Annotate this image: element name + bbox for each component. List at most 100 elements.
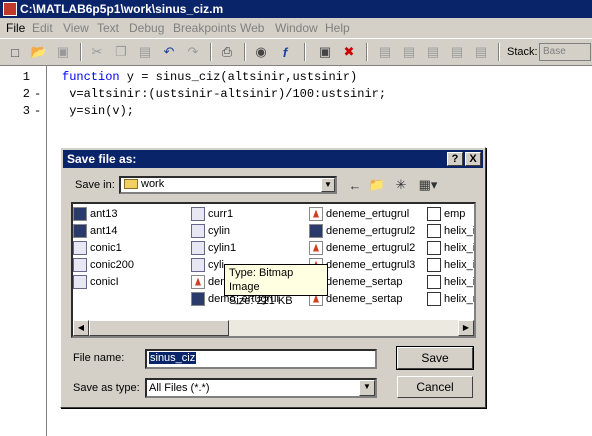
save-in-value: work (141, 178, 165, 190)
document-file-icon (427, 240, 441, 255)
list-item[interactable]: deneme_ertugrul2 (309, 222, 415, 239)
code-line[interactable]: y=sin(v); (62, 104, 134, 118)
step-out-icon[interactable]: ▤ (424, 43, 442, 61)
list-item[interactable]: helix_m (427, 290, 474, 307)
step-icon[interactable]: ▤ (376, 43, 394, 61)
file-name: ant13 (90, 207, 118, 220)
back-arrow-icon[interactable]: ← (345, 176, 365, 194)
save-button[interactable]: Save (396, 346, 474, 370)
code-line[interactable]: function y = sinus_ciz(altsinir,ustsinir… (62, 70, 357, 84)
copy-icon[interactable]: ❐ (112, 43, 130, 61)
tooltip-type: Type: Bitmap Image (229, 267, 294, 293)
stack-dropdown[interactable]: Base (539, 43, 591, 61)
close-button[interactable]: X (465, 152, 481, 166)
list-item[interactable]: cylin1 (191, 239, 236, 256)
list-item[interactable]: conic1 (73, 239, 122, 256)
toolbar-separator (366, 43, 368, 61)
document-file-icon (427, 223, 441, 238)
menu-breakpoints[interactable]: Breakpoints (173, 21, 236, 35)
list-item[interactable]: helix_in (427, 222, 474, 239)
file-name: conic1 (90, 241, 122, 254)
toolbar-separator (498, 43, 500, 61)
toolbar: □ 📂 ▣ ✂ ❐ ▤ ↶ ↷ ⎙ ◉ f ▣ ✖ ▤ ▤ ▤ ▤ ▤ Stac… (0, 38, 592, 66)
file-name: curr1 (208, 207, 234, 220)
list-item[interactable]: ant13 (73, 205, 118, 222)
code-text: y = sinus_ciz(altsinir,ustsinir) (119, 70, 358, 84)
list-item[interactable]: emp (427, 205, 465, 222)
code-line[interactable]: v=altsinir:(ustsinir-altsinir)/100:ustsi… (62, 87, 386, 101)
undo-icon[interactable]: ↶ (160, 43, 178, 61)
menu-text[interactable]: Text (97, 21, 119, 35)
help-button[interactable]: ? (447, 152, 463, 166)
keyword: function (62, 70, 120, 84)
paste-icon[interactable]: ▤ (136, 43, 154, 61)
save-in-label: Save in: (75, 179, 115, 191)
menu-window[interactable]: Window (275, 21, 318, 35)
menu-view[interactable]: View (63, 21, 89, 35)
function-icon[interactable]: f (276, 43, 294, 61)
folder-icon (124, 179, 138, 190)
view-menu-icon[interactable]: ▦▾ (415, 176, 441, 194)
file-name-input[interactable]: sinus_ciz (145, 349, 377, 369)
menu-debug[interactable]: Debug (129, 21, 164, 35)
print-icon[interactable]: ⎙ (218, 43, 236, 61)
clear-breakpoints-icon[interactable]: ✖ (340, 43, 358, 61)
new-folder-icon[interactable]: ✳ (391, 176, 411, 194)
menu-web[interactable]: Web (240, 21, 264, 35)
figure-file-icon (73, 206, 87, 221)
cancel-button[interactable]: Cancel (397, 376, 473, 398)
continue-icon[interactable]: ▤ (448, 43, 466, 61)
step-in-icon[interactable]: ▤ (400, 43, 418, 61)
file-name-value: sinus_ciz (149, 352, 197, 364)
list-item[interactable]: conicI (73, 273, 119, 290)
horizontal-scrollbar[interactable]: ◀ ▶ (73, 320, 474, 336)
list-item[interactable]: curr1 (191, 205, 233, 222)
save-as-type-dropdown[interactable]: All Files (*.*) ▼ (145, 378, 377, 398)
file-name: deneme_ertugrul3 (326, 258, 416, 271)
list-item[interactable]: cylin (191, 222, 230, 239)
list-item[interactable]: deneme_ertugrul (309, 205, 409, 222)
save-icon[interactable]: ▣ (54, 43, 72, 61)
open-folder-icon[interactable]: 📂 (30, 43, 48, 61)
save-in-dropdown[interactable]: work ▼ (119, 176, 337, 194)
matlab-file-icon (309, 240, 323, 255)
exit-debug-icon[interactable]: ▤ (472, 43, 490, 61)
list-item[interactable]: ant14 (73, 222, 118, 239)
figure-file-icon (309, 223, 323, 238)
figure-file-icon (191, 291, 205, 306)
menu-edit[interactable]: Edit (32, 21, 53, 35)
chevron-down-icon[interactable]: ▼ (359, 380, 375, 396)
scroll-right-icon[interactable]: ▶ (458, 320, 474, 336)
list-item[interactable]: helix_in (427, 273, 474, 290)
code-text: y=sin(v); (62, 104, 135, 118)
scrollbar-thumb[interactable] (89, 320, 229, 336)
find-binoculars-icon[interactable]: ◉ (252, 43, 270, 61)
window-title: C:\MATLAB6p5p1\work\sinus_ciz.m (20, 2, 224, 16)
file-name: cylin (208, 224, 231, 237)
file-name: deneme_ertugrul2 (326, 241, 416, 254)
redo-icon[interactable]: ↷ (184, 43, 202, 61)
list-item[interactable]: helix_in (427, 239, 474, 256)
scroll-left-icon[interactable]: ◀ (73, 320, 89, 336)
toolbar-separator (244, 43, 246, 61)
breakpoint-marker[interactable]: - (34, 104, 41, 118)
list-item[interactable]: cyli (191, 256, 224, 273)
matlab-file-icon (309, 206, 323, 221)
chevron-down-icon[interactable]: ▼ (321, 178, 335, 192)
file-name: deneme_ertugrul (326, 207, 410, 220)
cut-icon[interactable]: ✂ (88, 43, 106, 61)
menu-help[interactable]: Help (325, 21, 350, 35)
model-file-icon (73, 257, 87, 272)
list-item[interactable]: deneme_ertugrul2 (309, 239, 415, 256)
list-item[interactable]: conic200 (73, 256, 134, 273)
set-breakpoint-icon[interactable]: ▣ (316, 43, 334, 61)
line-number: 2 (22, 87, 30, 101)
up-folder-icon[interactable]: 📁 (367, 176, 387, 194)
document-file-icon (427, 291, 441, 306)
save-as-type-label: Save as type: (73, 382, 140, 394)
toolbar-separator (80, 43, 82, 61)
new-file-icon[interactable]: □ (6, 43, 24, 61)
breakpoint-marker[interactable]: - (34, 87, 41, 101)
menu-file[interactable]: File (6, 21, 25, 35)
list-item[interactable]: helix_in (427, 256, 474, 273)
